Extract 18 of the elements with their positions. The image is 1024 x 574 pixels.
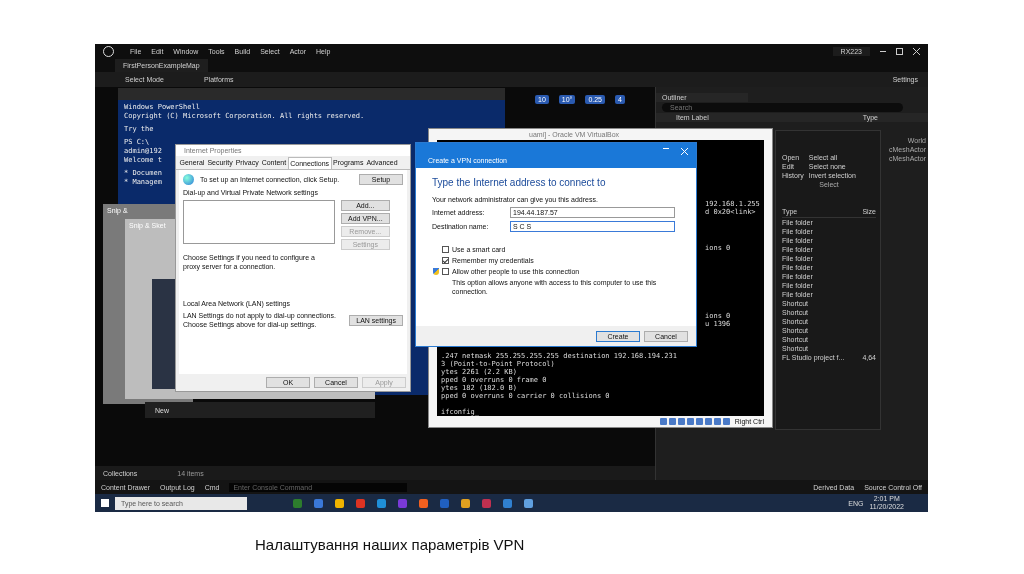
- taskbar-app-icon[interactable]: [503, 498, 512, 508]
- globe-icon: [183, 174, 194, 185]
- checkbox[interactable]: [442, 268, 449, 275]
- taskbar-app-icon[interactable]: [524, 498, 533, 508]
- connections-list[interactable]: [183, 200, 335, 244]
- taskbar-app-icon[interactable]: [335, 498, 344, 508]
- taskbar-app-icon[interactable]: [377, 498, 386, 508]
- taskbar-app-icon[interactable]: [419, 498, 428, 508]
- slide-caption: Налаштування наших параметрів VPN: [255, 536, 526, 553]
- close-icon[interactable]: [913, 47, 920, 55]
- checkbox[interactable]: [442, 246, 449, 253]
- minimize-icon[interactable]: [880, 50, 886, 52]
- taskbar-app-icon[interactable]: [314, 498, 323, 508]
- checkbox[interactable]: [442, 257, 449, 264]
- shield-icon: [433, 268, 439, 275]
- taskbar-app-icon[interactable]: [461, 498, 470, 508]
- maximize-icon[interactable]: [896, 47, 903, 55]
- dialog-heading: Type the Internet address to connect to: [432, 176, 607, 189]
